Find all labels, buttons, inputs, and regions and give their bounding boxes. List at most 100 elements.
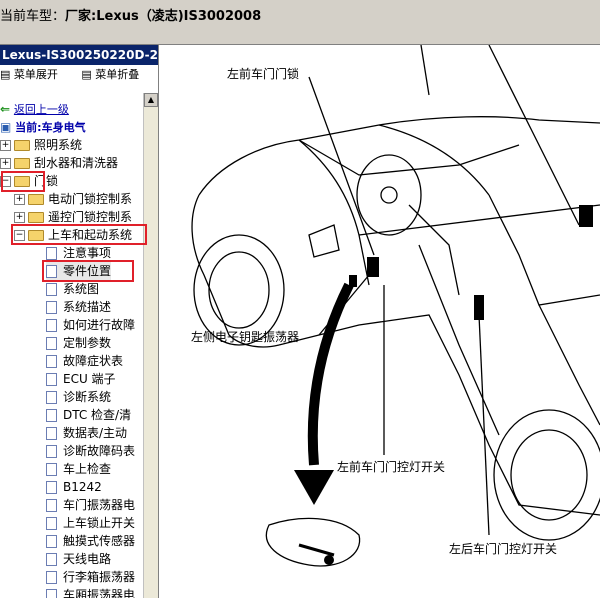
tree-leaf-item[interactable]: ECU 端子 bbox=[46, 370, 116, 388]
tree-leaf-label: 上车锁止开关 bbox=[63, 516, 136, 530]
window-title: 当前车型：厂家:Lexus（凌志)IS3002008 bbox=[0, 9, 262, 24]
page-icon bbox=[46, 373, 57, 386]
tree-leaf-label: 车厢振荡器电 bbox=[63, 588, 136, 598]
page-icon bbox=[46, 499, 57, 512]
tree-leaf-item[interactable]: 上车锁止开关 bbox=[46, 514, 135, 532]
page-icon bbox=[46, 409, 57, 422]
tree-node-lighting[interactable]: + 照明系统 bbox=[0, 136, 82, 154]
label-front-left-lock: 左前车门门锁 bbox=[227, 67, 300, 81]
tree-leaf-label: 天线电路 bbox=[63, 552, 112, 566]
back-arrow-icon: ⇐ bbox=[0, 102, 11, 116]
door-cut bbox=[418, 244, 500, 436]
dashboard bbox=[298, 139, 520, 176]
tree-leaf-label: 车上检查 bbox=[63, 462, 112, 476]
tree-leaf-item[interactable]: 如何进行故障 bbox=[46, 316, 135, 334]
tree-leaf-label: 系统描述 bbox=[63, 300, 112, 314]
page-icon bbox=[46, 247, 57, 260]
tree-scrollbar[interactable]: ▲ bbox=[143, 93, 158, 598]
menu-collapse-button[interactable]: ▤ 菜单折叠 bbox=[81, 68, 149, 81]
rear-wheel-rim bbox=[510, 429, 588, 521]
tree-leaf-item[interactable]: 车门振荡器电 bbox=[46, 496, 135, 514]
tree-leaf-item[interactable]: 定制参数 bbox=[46, 334, 111, 352]
side-mirror bbox=[308, 224, 340, 258]
tree-leaf-label: DTC 检查/清 bbox=[63, 408, 132, 422]
tree-leaf-label: 如何进行故障 bbox=[63, 318, 136, 332]
pointer-front-lock bbox=[308, 76, 375, 256]
menu-expand-button[interactable]: ▤ 菜单展开 bbox=[0, 68, 68, 81]
highlight-parts-location bbox=[42, 260, 134, 282]
label-oscillator: 左侧电子钥匙振荡器 bbox=[191, 330, 300, 344]
label-rear-courtesy: 左后车门门控灯开关 bbox=[449, 542, 558, 556]
tree-leaf-label: 系统图 bbox=[63, 282, 100, 296]
page-icon bbox=[46, 571, 57, 584]
rear-component bbox=[579, 205, 593, 227]
document-header: Lexus-IS300250220D-20 bbox=[0, 45, 158, 65]
tree-leaf-item[interactable]: 天线电路 bbox=[46, 550, 111, 568]
expand-plus-icon[interactable]: + bbox=[0, 158, 11, 169]
back-link[interactable]: ⇐ 返回上一级 bbox=[0, 100, 69, 118]
tree-leaf-label: 数据表/主动 bbox=[63, 426, 128, 440]
oscillator-component bbox=[349, 275, 357, 287]
vehicle-diagram bbox=[191, 45, 600, 567]
current-location: ▣ 当前:车身电气 bbox=[0, 120, 86, 134]
page-icon bbox=[46, 553, 57, 566]
expand-plus-icon[interactable]: + bbox=[14, 194, 25, 205]
tree-leaf-label: 行李箱振荡器 bbox=[63, 570, 136, 584]
tree-node-power-door-lock[interactable]: + 电动门锁控制系 bbox=[14, 190, 132, 208]
folder-icon bbox=[28, 212, 44, 223]
tree-leaf-label: ECU 端子 bbox=[63, 372, 116, 386]
tree-leaf-item[interactable]: 触摸式传感器 bbox=[46, 532, 135, 550]
rear-door-edge bbox=[538, 304, 600, 426]
scroll-up-arrow-icon[interactable]: ▲ bbox=[144, 93, 158, 107]
door-handle-closeup bbox=[265, 517, 361, 567]
tree-leaf-label: 故障症状表 bbox=[63, 354, 124, 368]
tree-leaf-item[interactable]: 系统图 bbox=[46, 280, 99, 298]
page-icon bbox=[46, 391, 57, 404]
page-icon bbox=[46, 535, 57, 548]
front-lock-component bbox=[367, 257, 379, 277]
page-icon bbox=[46, 427, 57, 440]
page-icon bbox=[46, 319, 57, 332]
tree-leaf-item[interactable]: 行李箱振荡器 bbox=[46, 568, 135, 586]
tree-leaf-item[interactable]: 故障症状表 bbox=[46, 352, 123, 370]
folder-icon bbox=[14, 158, 30, 169]
menu-toolbar: ▤ 菜单展开 ▤ 菜单折叠 bbox=[0, 66, 158, 84]
folder-icon bbox=[28, 194, 44, 205]
tree-leaf-label: 触摸式传感器 bbox=[63, 534, 136, 548]
steering-hub bbox=[380, 186, 398, 204]
tree-node-wiper[interactable]: + 刮水器和清洗器 bbox=[0, 154, 118, 172]
highlight-entry-start bbox=[11, 224, 147, 245]
tree-leaf-item[interactable]: 车厢振荡器电 bbox=[46, 586, 135, 598]
tree-leaf-item[interactable]: DTC 检查/清 bbox=[46, 406, 131, 424]
front-wheel-rim bbox=[208, 251, 270, 329]
rear-courtesy-component bbox=[474, 295, 484, 320]
handle-sensor bbox=[324, 555, 334, 565]
left-panel: Lexus-IS300250220D-20 ▤ 菜单展开 ▤ 菜单折叠 ▲ ⇐ … bbox=[0, 45, 159, 598]
tree-leaf-item[interactable]: 系统描述 bbox=[46, 298, 111, 316]
tree-leaf-item[interactable]: 诊断系统 bbox=[46, 388, 111, 406]
page-icon bbox=[46, 301, 57, 314]
tree-leaf-item[interactable]: 数据表/主动 bbox=[46, 424, 127, 442]
tree-leaf-item[interactable]: 车上检查 bbox=[46, 460, 111, 478]
zoom-arrow-head bbox=[294, 470, 334, 505]
tree-leaf-label: 车门振荡器电 bbox=[63, 498, 136, 512]
page-icon bbox=[46, 445, 57, 458]
steering-wheel bbox=[356, 154, 422, 236]
front-fascia bbox=[191, 194, 280, 348]
page-icon bbox=[46, 589, 57, 598]
pointer-top-2 bbox=[488, 45, 580, 226]
tree-leaf-item[interactable]: 诊断故障码表 bbox=[46, 442, 135, 460]
diagram-panel: 左前车门门锁 左侧电子钥匙振荡器 左前车门门控灯开关 左后车门门控灯开关 bbox=[159, 45, 600, 598]
page-icon bbox=[46, 463, 57, 476]
expand-plus-icon[interactable]: + bbox=[0, 140, 11, 151]
tree-leaf-label: 诊断故障码表 bbox=[63, 444, 136, 458]
expand-plus-icon[interactable]: + bbox=[14, 212, 25, 223]
folder-icon bbox=[14, 140, 30, 151]
tree-leaf-item[interactable]: B1242 bbox=[46, 478, 102, 496]
tree-leaf-label: 注意事项 bbox=[63, 246, 112, 260]
belt-line bbox=[358, 204, 600, 236]
zoom-arrow bbox=[307, 282, 354, 466]
page-icon bbox=[46, 481, 57, 494]
page-icon bbox=[46, 337, 57, 350]
page-icon bbox=[46, 517, 57, 530]
